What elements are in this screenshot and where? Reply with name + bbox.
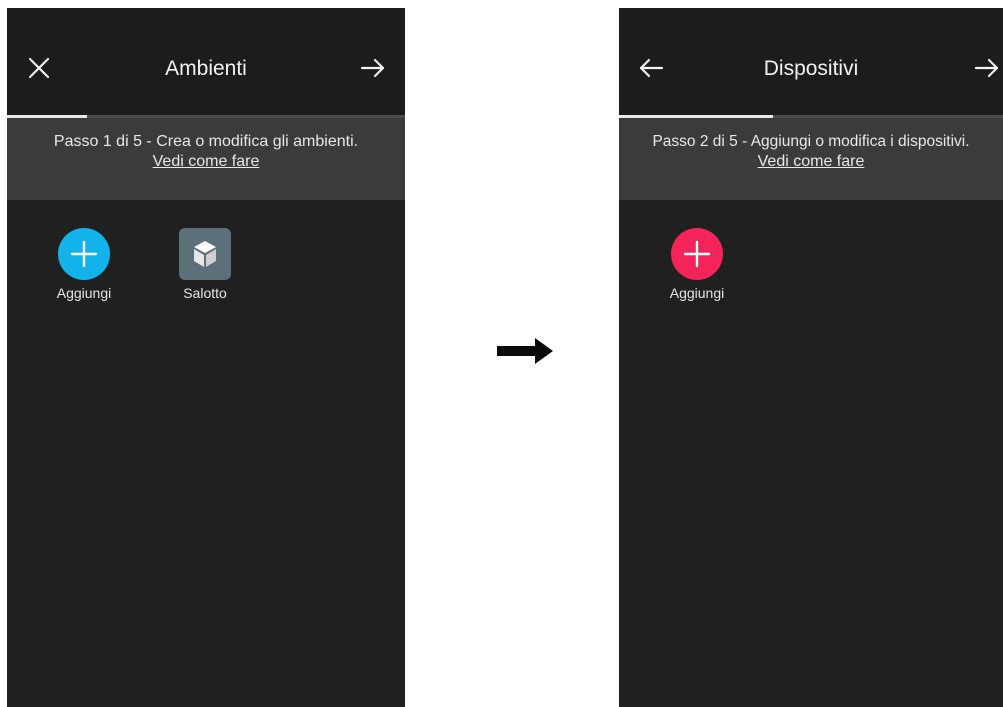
- step-text: Passo 2 di 5 - Aggiungi o modifica i dis…: [652, 133, 970, 150]
- plus-icon: [671, 228, 723, 280]
- add-device-button[interactable]: Aggiungi: [661, 228, 733, 302]
- add-room-button[interactable]: Aggiungi: [48, 228, 120, 302]
- tile-label: Salotto: [183, 285, 227, 301]
- top-bar: Dispositivi: [619, 8, 1003, 118]
- plus-icon: [58, 228, 110, 280]
- step-banner: Passo 2 di 5 - Aggiungi o modifica i dis…: [619, 118, 1003, 200]
- how-to-link[interactable]: Vedi come fare: [758, 152, 865, 172]
- page-title: Ambienti: [165, 57, 247, 80]
- top-bar: Ambienti: [7, 8, 405, 118]
- how-to-link[interactable]: Vedi come fare: [153, 152, 260, 172]
- cube-icon: [179, 228, 231, 280]
- room-tile-salotto[interactable]: Salotto: [169, 228, 241, 302]
- arrow-right-icon: [497, 334, 553, 368]
- arrow-right-icon[interactable]: [971, 52, 1003, 84]
- arrow-right-icon[interactable]: [357, 52, 389, 84]
- page: Ambienti Passo 1 di 5 - Crea o modifica …: [0, 0, 1003, 707]
- screen-ambienti: Ambienti Passo 1 di 5 - Crea o modifica …: [7, 8, 405, 707]
- step-text: Passo 1 di 5 - Crea o modifica gli ambie…: [53, 133, 359, 150]
- page-title: Dispositivi: [763, 57, 859, 80]
- step-banner: Passo 1 di 5 - Crea o modifica gli ambie…: [7, 118, 405, 200]
- tile-label: Aggiungi: [56, 285, 112, 301]
- tile-label: Aggiungi: [669, 285, 725, 301]
- screen-dispositivi: Dispositivi Passo 2 di 5 - Aggiungi o mo…: [619, 8, 1003, 707]
